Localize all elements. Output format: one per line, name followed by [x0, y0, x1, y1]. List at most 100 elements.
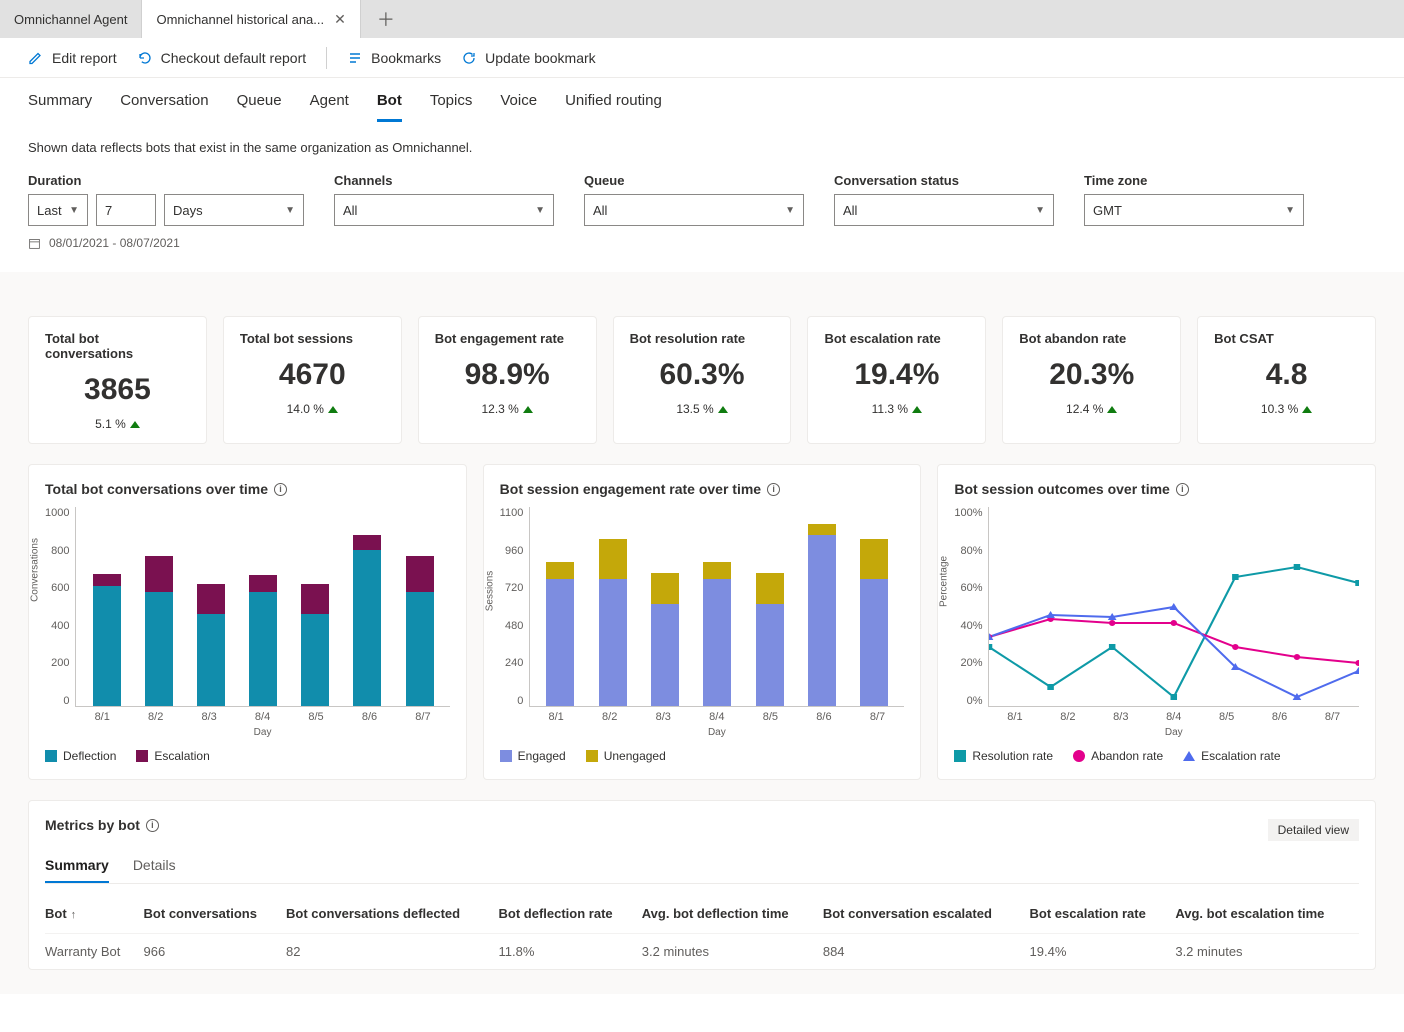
- column-header[interactable]: Bot conversations: [144, 894, 286, 934]
- info-icon[interactable]: i: [767, 483, 780, 496]
- column-header[interactable]: Avg. bot deflection time: [642, 894, 823, 934]
- bar-segment: [93, 586, 121, 706]
- status-select[interactable]: All ▼: [834, 194, 1054, 226]
- up-arrow-icon: [912, 406, 922, 413]
- section-tab-summary[interactable]: Summary: [28, 92, 92, 122]
- y-axis-label: Percentage: [939, 556, 950, 607]
- up-arrow-icon: [1302, 406, 1312, 413]
- legend-item: Abandon rate: [1073, 749, 1163, 763]
- bar-column: [91, 507, 123, 706]
- section-tab-bot[interactable]: Bot: [377, 92, 402, 122]
- tool-label: Bookmarks: [371, 50, 441, 66]
- bookmarks-button[interactable]: Bookmarks: [347, 50, 441, 66]
- close-icon[interactable]: ✕: [334, 11, 346, 28]
- kpi-delta: 11.3 %: [872, 402, 922, 416]
- column-header[interactable]: Bot escalation rate: [1030, 894, 1176, 934]
- bar-column: [754, 507, 786, 706]
- section-tab-queue[interactable]: Queue: [237, 92, 282, 122]
- kpi-card: Total bot conversations 3865 5.1 %: [28, 316, 207, 444]
- metrics-tab-details[interactable]: Details: [133, 857, 176, 883]
- queue-select[interactable]: All▼: [584, 194, 804, 226]
- bar-column: [143, 507, 175, 706]
- metrics-table-card: Metrics by bot i Detailed view Summary De…: [28, 800, 1376, 970]
- window-tab-strip: Omnichannel Agent Omnichannel historical…: [0, 0, 1404, 38]
- info-icon[interactable]: i: [274, 483, 287, 496]
- chevron-down-icon: ▼: [1035, 205, 1045, 216]
- chart-title: Bot session engagement rate over time: [500, 481, 761, 497]
- legend-swatch: [500, 750, 512, 762]
- x-axis: 8/18/28/38/48/58/68/7: [529, 711, 904, 723]
- column-header[interactable]: Avg. bot escalation time: [1175, 894, 1359, 934]
- bar-segment: [353, 535, 381, 550]
- x-axis-label: Day: [988, 727, 1359, 738]
- kpi-card: Bot CSAT 4.8 10.3 %: [1197, 316, 1376, 444]
- kpi-value: 19.4%: [854, 358, 939, 392]
- window-tab-inactive[interactable]: Omnichannel Agent: [0, 0, 142, 38]
- window-tab-active[interactable]: Omnichannel historical ana... ✕: [142, 0, 360, 38]
- up-arrow-icon: [1107, 406, 1117, 413]
- kpi-delta: 14.0 %: [287, 402, 338, 416]
- table-cell: 966: [144, 934, 286, 970]
- section-tab-voice[interactable]: Voice: [500, 92, 537, 122]
- bar-column: [806, 507, 838, 706]
- bookmarks-icon: [347, 50, 363, 66]
- new-tab-button[interactable]: ＋: [361, 0, 411, 38]
- table-cell: 884: [823, 934, 1030, 970]
- metrics-tab-summary[interactable]: Summary: [45, 857, 109, 883]
- x-axis: 8/18/28/38/48/58/68/7: [988, 711, 1359, 723]
- info-icon[interactable]: i: [1176, 483, 1189, 496]
- bar-column: [299, 507, 331, 706]
- checkout-report-button[interactable]: Checkout default report: [137, 50, 307, 66]
- reset-icon: [137, 50, 153, 66]
- section-tab-topics[interactable]: Topics: [430, 92, 473, 122]
- kpi-title: Bot resolution rate: [630, 331, 746, 346]
- bar-segment: [756, 604, 784, 706]
- chart-legend: EngagedUnengaged: [500, 749, 905, 763]
- tool-label: Edit report: [52, 50, 117, 66]
- section-tab-agent[interactable]: Agent: [310, 92, 349, 122]
- bar-column: [247, 507, 279, 706]
- select-value: All: [843, 203, 857, 218]
- bar-column: [544, 507, 576, 706]
- channels-select[interactable]: All▼: [334, 194, 554, 226]
- kpi-title: Bot escalation rate: [824, 331, 940, 346]
- column-header[interactable]: Bot conversations deflected: [286, 894, 499, 934]
- bar-segment: [808, 535, 836, 706]
- edit-report-button[interactable]: Edit report: [28, 50, 117, 66]
- bar-segment: [546, 562, 574, 578]
- y-axis-label: Conversations: [30, 538, 41, 602]
- filter-bar: Duration Last▼ 7 Days▼ 08/01/2021 - 08/0…: [28, 173, 1376, 250]
- bar-column: [195, 507, 227, 706]
- chart-card-outcomes: Bot session outcomes over timei Percenta…: [937, 464, 1376, 780]
- column-header[interactable]: Bot↑: [45, 894, 144, 934]
- table-cell: 3.2 minutes: [1175, 934, 1359, 970]
- metrics-title: Metrics by bot: [45, 817, 140, 833]
- kpi-delta: 5.1 %: [95, 417, 140, 431]
- kpi-title: Bot CSAT: [1214, 331, 1274, 346]
- section-tab-unified-routing[interactable]: Unified routing: [565, 92, 662, 122]
- detailed-view-button[interactable]: Detailed view: [1268, 819, 1359, 841]
- duration-mode-select[interactable]: Last▼: [28, 194, 88, 226]
- duration-number-input[interactable]: 7: [96, 194, 156, 226]
- tool-label: Checkout default report: [161, 50, 307, 66]
- bar-segment: [406, 592, 434, 706]
- kpi-card: Bot engagement rate 98.9% 12.3 %: [418, 316, 597, 444]
- bar-segment: [808, 524, 836, 535]
- select-value: All: [593, 203, 607, 218]
- select-value: All: [343, 203, 357, 218]
- timezone-select[interactable]: GMT▼: [1084, 194, 1304, 226]
- legend-item: Escalation rate: [1183, 749, 1280, 763]
- section-tab-conversation[interactable]: Conversation: [120, 92, 208, 122]
- table-cell: 3.2 minutes: [642, 934, 823, 970]
- column-header[interactable]: Bot conversation escalated: [823, 894, 1030, 934]
- info-icon[interactable]: i: [146, 819, 159, 832]
- select-value: Last: [37, 203, 62, 218]
- column-header[interactable]: Bot deflection rate: [499, 894, 642, 934]
- update-bookmark-button[interactable]: Update bookmark: [461, 50, 596, 66]
- bar-column: [649, 507, 681, 706]
- chart-plot: [75, 507, 449, 707]
- filter-label-status: Conversation status: [834, 173, 1054, 188]
- table-row[interactable]: Warranty Bot9668211.8%3.2 minutes88419.4…: [45, 934, 1359, 970]
- duration-unit-select[interactable]: Days▼: [164, 194, 304, 226]
- tool-label: Update bookmark: [485, 50, 596, 66]
